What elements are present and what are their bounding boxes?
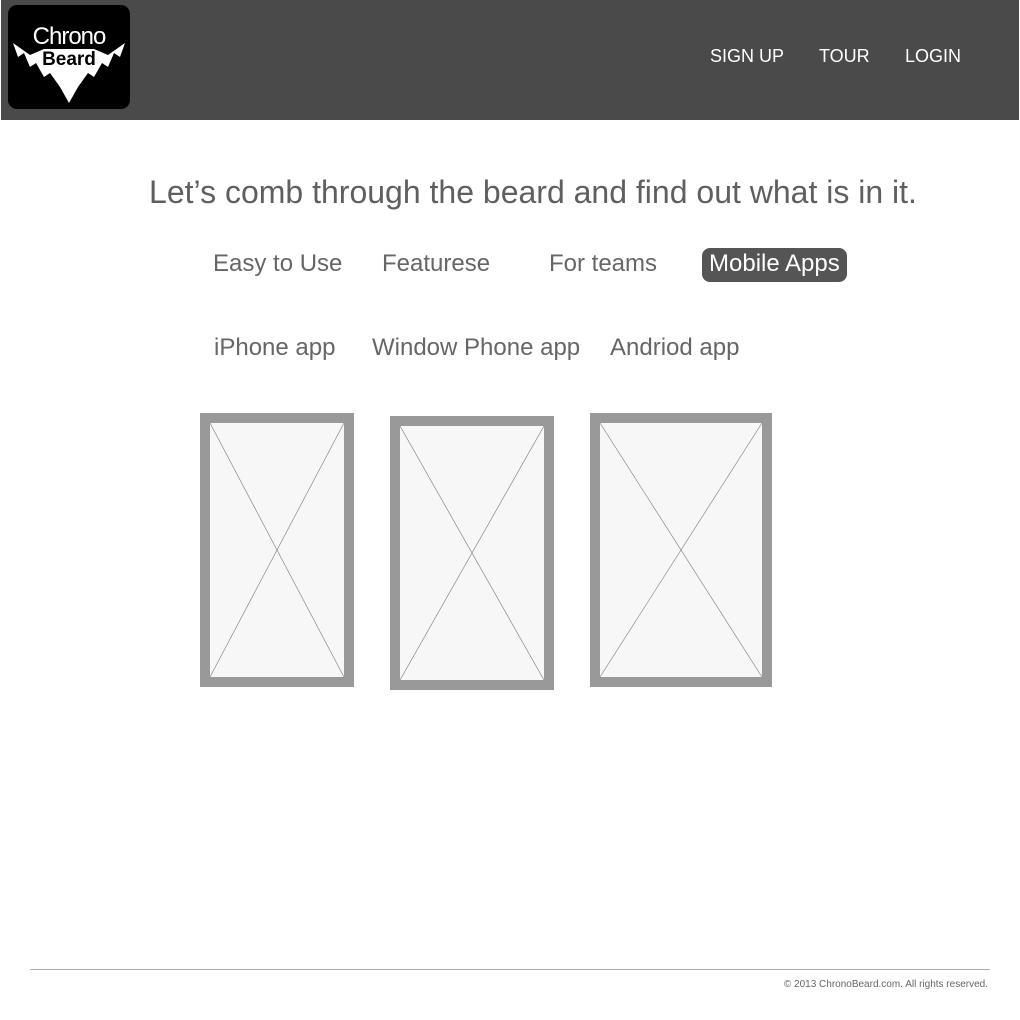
- windows-phone-screenshot-placeholder: [390, 416, 554, 690]
- tab-for-teams[interactable]: For teams: [549, 248, 657, 282]
- nav-login-link[interactable]: LOGIN: [905, 45, 961, 67]
- tab-easy-to-use[interactable]: Easy to Use: [213, 248, 342, 282]
- chronobeard-logo[interactable]: Chrono Beard: [8, 5, 130, 109]
- subtab-iphone-app[interactable]: iPhone app: [214, 334, 335, 362]
- page: Chrono Beard SIGN UP TOUR LOGIN Let’s co…: [0, 0, 1020, 1020]
- android-screenshot-placeholder: [590, 413, 772, 687]
- footer-copyright: © 2013 ChronoBeard.com. All rights reser…: [783, 979, 988, 990]
- iphone-screenshot-placeholder: [200, 413, 354, 687]
- tab-features[interactable]: Featurese: [382, 248, 490, 282]
- tab-mobile-apps[interactable]: Mobile Apps: [702, 248, 847, 282]
- subtab-windows-phone-app[interactable]: Window Phone app: [372, 334, 580, 362]
- logo-text-chrono: Chrono: [32, 23, 107, 50]
- header-bar: Chrono Beard SIGN UP TOUR LOGIN: [1, 0, 1019, 120]
- image-placeholder-icon: [400, 426, 544, 680]
- page-headline: Let’s comb through the beard and find ou…: [149, 174, 917, 210]
- image-placeholder-icon: [600, 423, 762, 677]
- nav-tour-link[interactable]: TOUR: [819, 45, 870, 67]
- image-placeholder-icon: [210, 423, 344, 677]
- subtab-android-app[interactable]: Andriod app: [610, 334, 739, 362]
- footer-divider: [30, 969, 990, 970]
- logo-text-beard: Beard: [42, 49, 96, 70]
- nav-signup-link[interactable]: SIGN UP: [710, 45, 784, 67]
